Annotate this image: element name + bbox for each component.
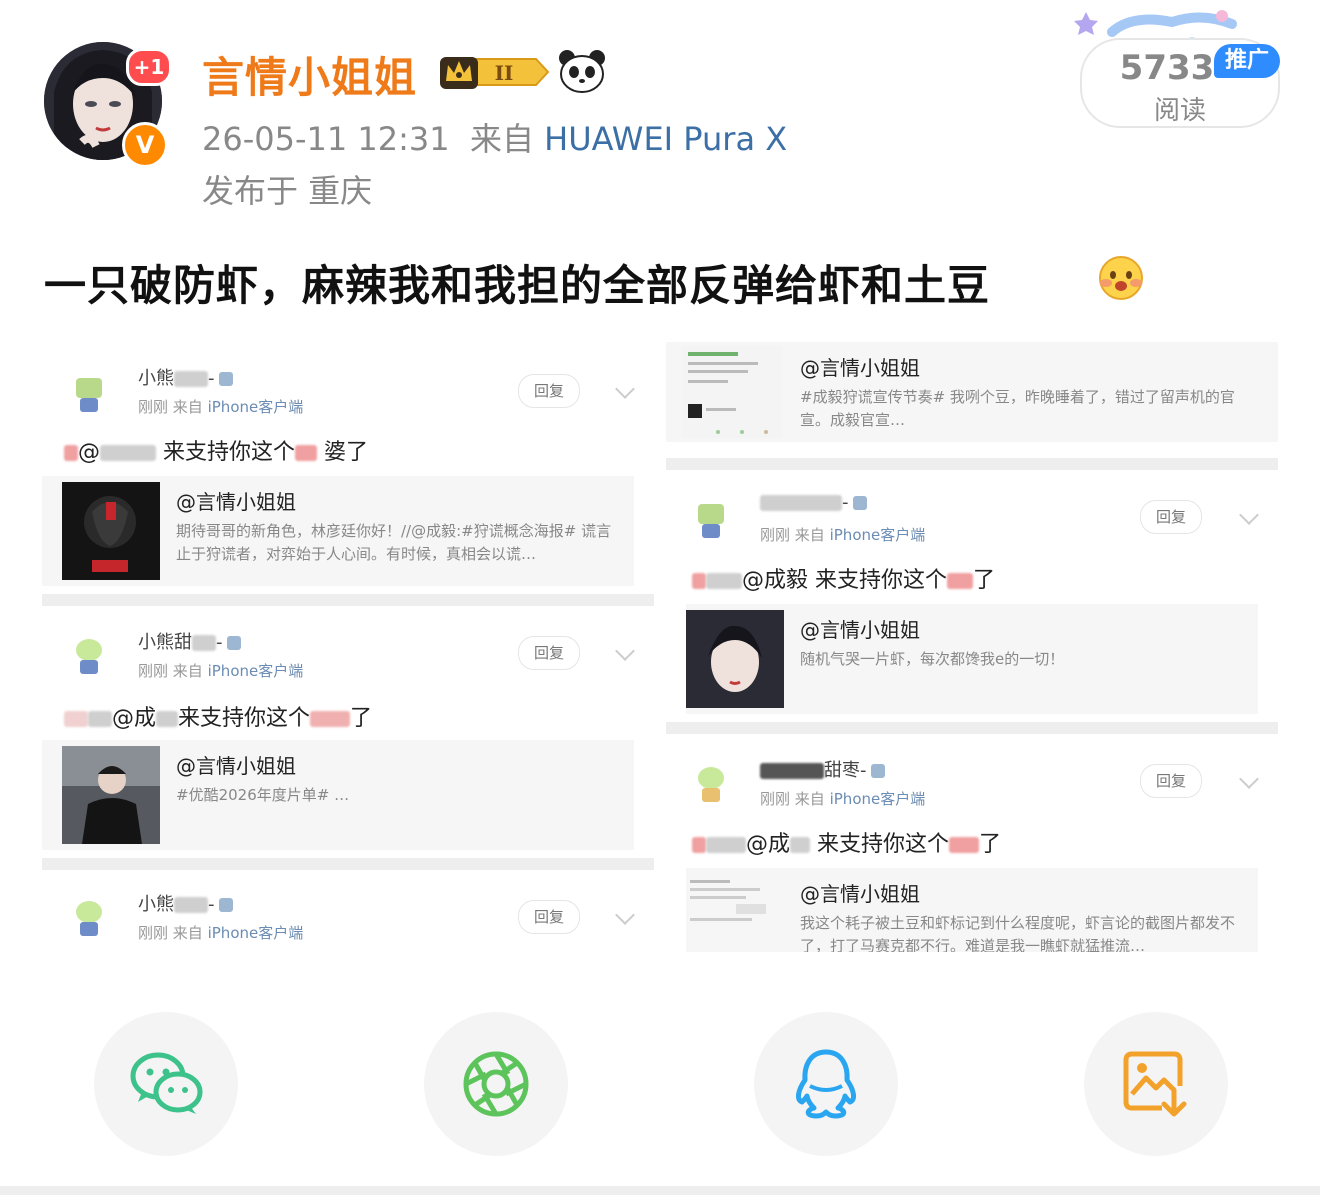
post-date: 26-05-11 12:31	[202, 120, 450, 158]
comment-meta: 刚刚 来自 iPhone客户端	[138, 398, 304, 416]
commenter-name: 甜枣-	[760, 756, 885, 782]
vip-crown-badge[interactable]: II	[438, 51, 550, 93]
comment-meta: 刚刚 来自 iPhone客户端	[138, 924, 304, 942]
quoted-post-thumbnail	[682, 346, 782, 438]
quoted-post-thumbnail	[686, 874, 784, 946]
quoted-post-thumbnail	[62, 746, 160, 844]
chevron-down-icon[interactable]	[615, 641, 635, 661]
share-moments-button[interactable]	[424, 1012, 568, 1156]
reply-button[interactable]: 回复	[1140, 500, 1202, 534]
moments-icon	[463, 1051, 529, 1117]
comment-meta: 刚刚 来自 iPhone客户端	[760, 790, 926, 808]
comment-body: @成 来支持你这个了	[692, 826, 1001, 858]
commenter-name: 小熊甜 -	[138, 628, 241, 654]
quoted-post[interactable]: @言情小姐姐 期待哥哥的新角色，林彦廷你好！//@成毅:#狩谎概念海报# 谎言止…	[42, 476, 634, 586]
quoted-post-title: @言情小姐姐	[800, 882, 920, 906]
commenter-name: 小熊 -	[138, 364, 233, 390]
comment-card: - 刚刚 来自 iPhone客户端 回复 @成毅 来支持你这个了 @言情小姐姐 …	[666, 470, 1278, 720]
commenter-avatar	[76, 378, 102, 412]
quoted-post-title: @言情小姐姐	[800, 618, 920, 642]
comment-card: 小熊甜 - 刚刚 来自 iPhone客户端 回复 @成 来支持你这个了 @言情小姐姐…	[42, 606, 654, 856]
reply-button[interactable]: 回复	[518, 636, 580, 670]
chevron-down-icon[interactable]	[615, 379, 635, 399]
reply-button[interactable]: 回复	[518, 900, 580, 934]
card-divider	[666, 722, 1278, 734]
comment-screenshot-left[interactable]: 小熊 - 刚刚 来自 iPhone客户端 回复 @ 来支持你这个 婆了 @言情小姐…	[42, 340, 654, 952]
comment-meta: 刚刚 来自 iPhone客户端	[760, 526, 926, 544]
quoted-post-thumbnail	[62, 482, 160, 580]
reply-button[interactable]: 回复	[518, 374, 580, 408]
commenter-avatar	[698, 504, 724, 538]
blushing-face-icon	[1098, 255, 1144, 301]
share-wechat-button[interactable]	[94, 1012, 238, 1156]
verified-badge: V	[122, 122, 168, 168]
wechat-icon	[130, 1052, 203, 1114]
comment-meta: 刚刚 来自 iPhone客户端	[138, 662, 304, 680]
promote-badge[interactable]: 推广	[1214, 44, 1280, 78]
comment-screenshot-right[interactable]: @言情小姐姐 #成毅狩谎宣传节奏# 我咧个豆，昨晚睡着了，错过了留声机的官宣。成…	[666, 340, 1278, 952]
quoted-post-title: @言情小姐姐	[176, 754, 296, 778]
username[interactable]: 言情小姐姐	[202, 44, 417, 105]
comment-card: 小熊 - 刚刚 来自 iPhone客户端 回复 @ 来支持你这个 婆了 @言情小姐…	[42, 340, 654, 592]
post-text: 一只破防虾，麻辣我和我担的全部反弹给虾和土豆	[44, 261, 991, 310]
comment-card: @言情小姐姐 #成毅狩谎宣传节奏# 我咧个豆，昨晚睡着了，错过了留声机的官宣。成…	[666, 340, 1278, 456]
device-link[interactable]: HUAWEI Pura X	[544, 120, 787, 158]
quoted-post[interactable]: @言情小姐姐 #成毅狩谎宣传节奏# 我咧个豆，昨晚睡着了，错过了留声机的官宣。成…	[666, 342, 1278, 442]
comment-card: 小熊 - 刚刚 来自 iPhone客户端 回复	[42, 870, 654, 952]
commenter-avatar	[76, 639, 102, 674]
qq-icon	[795, 1049, 857, 1119]
commenter-name: -	[760, 492, 867, 513]
post-meta: 26-05-11 12:31 来自 HUAWEI Pura X	[202, 114, 787, 160]
read-label: 阅读	[1153, 96, 1206, 126]
chevron-down-icon[interactable]	[1239, 769, 1259, 789]
quoted-post-text: 随机气哭一片虾，每次都馋我e的一切！	[800, 650, 1065, 668]
quoted-post-title: @言情小姐姐	[176, 490, 296, 514]
comment-body: @成 来支持你这个了	[64, 700, 372, 732]
share-qq-button[interactable]	[754, 1012, 898, 1156]
chevron-down-icon[interactable]	[1239, 505, 1259, 525]
comment-card: 甜枣- 刚刚 来自 iPhone客户端 回复 @成 来支持你这个了 @言情小姐姐…	[666, 734, 1278, 952]
quoted-post-text: #成毅狩谎宣传节奏# 我咧个豆，昨晚睡着了，错过了留声机的官宣。成毅官宣…	[800, 388, 1235, 429]
from-label: 来自	[469, 120, 534, 158]
save-image-button[interactable]	[1084, 1012, 1228, 1156]
quoted-post-text: #优酷2026年度片单# …	[176, 786, 350, 804]
quoted-post-text: 期待哥哥的新角色，林彦廷你好！//@成毅:#狩谎概念海报# 谎言止于狩谎者，对弈…	[176, 522, 612, 563]
quoted-post[interactable]: @言情小姐姐 #优酷2026年度片单# …	[42, 740, 634, 850]
svg-text:II: II	[495, 61, 514, 85]
card-divider	[42, 858, 654, 870]
comment-body: @ 来支持你这个 婆了	[64, 434, 368, 466]
quoted-post-thumbnail	[686, 610, 784, 708]
chevron-down-icon[interactable]	[615, 905, 635, 925]
save-image-icon	[1123, 1051, 1187, 1117]
comment-body: @成毅 来支持你这个了	[692, 562, 995, 594]
card-divider	[666, 458, 1278, 470]
reply-button[interactable]: 回复	[1140, 764, 1202, 798]
quoted-post-text: 我这个耗子被土豆和虾标记到什么程度呢，虾言论的截图片都发不了，打了马赛克都不行。…	[800, 914, 1236, 952]
commenter-avatar	[698, 767, 724, 802]
commenter-avatar	[76, 901, 102, 936]
quoted-post-title: @言情小姐姐	[800, 356, 920, 380]
post-location: 发布于 重庆	[202, 172, 373, 210]
commenter-name: 小熊 -	[138, 890, 233, 916]
panda-icon	[558, 48, 606, 94]
quoted-post[interactable]: @言情小姐姐 我这个耗子被土豆和虾标记到什么程度呢，虾言论的截图片都发不了，打了…	[686, 868, 1258, 952]
new-count-badge: +1	[126, 48, 172, 86]
card-divider	[42, 594, 654, 606]
bottom-divider	[0, 1186, 1320, 1195]
quoted-post[interactable]: @言情小姐姐 随机气哭一片虾，每次都馋我e的一切！	[686, 604, 1258, 714]
